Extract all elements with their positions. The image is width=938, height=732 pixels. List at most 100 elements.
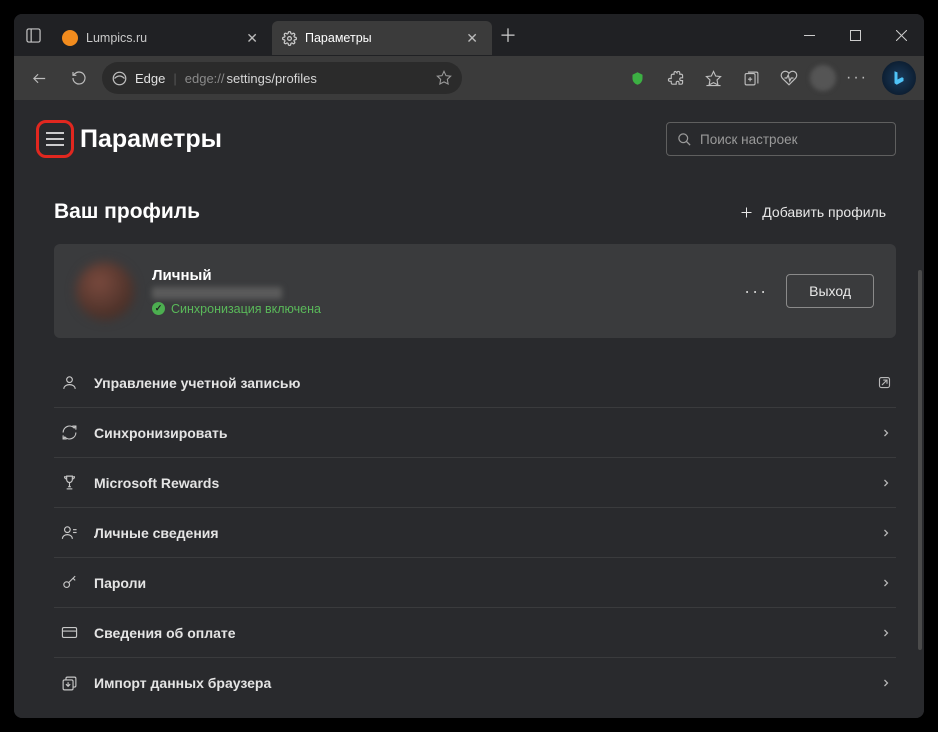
tab-settings[interactable]: Параметры ✕ (272, 21, 492, 55)
item-rewards[interactable]: Microsoft Rewards (54, 458, 896, 508)
import-icon (58, 675, 80, 692)
sync-label: Синхронизация включена (171, 302, 321, 316)
item-label: Управление учетной записью (94, 375, 300, 391)
close-tab-button[interactable]: ✕ (242, 28, 262, 49)
item-label: Импорт данных браузера (94, 675, 271, 691)
bing-icon (890, 69, 908, 87)
item-label: Личные сведения (94, 525, 219, 541)
chevron-right-icon (880, 527, 892, 539)
profile-section: Ваш профиль Добавить профиль Личный ✓ Си… (36, 180, 896, 708)
tab-label: Lumpics.ru (86, 31, 147, 45)
new-tab-button[interactable]: ＋ (492, 22, 524, 48)
item-label: Сведения об оплате (94, 625, 236, 641)
profile-card: Личный ✓ Синхронизация включена ··· Выхо… (54, 244, 896, 338)
toolbar: Edge | edge://settings/profiles ··· (14, 56, 924, 100)
shield-icon (630, 70, 645, 87)
settings-list: Управление учетной записью Синхронизиров… (54, 358, 896, 708)
external-icon (877, 375, 892, 390)
minimize-button[interactable] (786, 14, 832, 56)
person-icon (58, 524, 80, 541)
section-title: Ваш профиль (54, 200, 200, 224)
close-window-button[interactable] (878, 14, 924, 56)
tab-label: Параметры (305, 31, 372, 45)
settings-menu-button[interactable] (46, 132, 64, 146)
close-tab-button[interactable]: ✕ (462, 28, 482, 49)
refresh-icon (71, 70, 87, 86)
item-label: Microsoft Rewards (94, 475, 219, 491)
item-label: Синхронизировать (94, 425, 227, 441)
chevron-right-icon (880, 477, 892, 489)
collections-icon (743, 70, 760, 87)
tab-actions-icon (26, 28, 41, 43)
bing-button[interactable] (882, 61, 916, 95)
lumpics-favicon (62, 30, 78, 46)
performance-button[interactable] (772, 61, 806, 95)
plus-icon (739, 205, 754, 220)
search-icon (677, 132, 692, 147)
chevron-right-icon (880, 627, 892, 639)
sync-icon (58, 424, 80, 441)
favorites-button[interactable] (696, 61, 730, 95)
hamburger-icon (46, 132, 64, 146)
maximize-button[interactable] (832, 14, 878, 56)
scrollbar-thumb[interactable] (918, 270, 922, 650)
gear-icon (282, 31, 297, 46)
item-label: Пароли (94, 575, 146, 591)
profile-actions: ··· Выход (740, 274, 874, 308)
search-placeholder: Поиск настроек (700, 132, 798, 147)
profile-name: Личный (152, 267, 321, 284)
address-bar[interactable]: Edge | edge://settings/profiles (102, 62, 462, 94)
browser-window: Lumpics.ru ✕ Параметры ✕ ＋ Edge | e (14, 14, 924, 718)
hamburger-highlight (36, 120, 74, 158)
profile-more-button[interactable]: ··· (740, 277, 772, 306)
profile-avatar-button[interactable] (810, 65, 836, 91)
profile-email-redacted (152, 287, 282, 299)
settings-page: Параметры Поиск настроек Ваш профиль Доб… (14, 100, 924, 718)
profile-info: Личный ✓ Синхронизация включена (152, 267, 321, 316)
add-profile-label: Добавить профиль (762, 204, 886, 220)
brand-label: Edge (135, 71, 165, 86)
favorite-button[interactable] (436, 70, 452, 86)
back-button[interactable] (22, 61, 56, 95)
item-passwords[interactable]: Пароли (54, 558, 896, 608)
extensions-button[interactable] (658, 61, 692, 95)
logout-button[interactable]: Выход (786, 274, 874, 308)
url-scheme: edge:// (185, 71, 225, 86)
menu-button[interactable]: ··· (840, 61, 874, 95)
refresh-button[interactable] (62, 61, 96, 95)
check-icon: ✓ (152, 302, 165, 315)
section-header: Ваш профиль Добавить профиль (54, 198, 896, 226)
heartbeat-icon (780, 69, 798, 87)
chevron-right-icon (880, 677, 892, 689)
titlebar: Lumpics.ru ✕ Параметры ✕ ＋ (14, 14, 924, 56)
window-controls (786, 14, 924, 56)
settings-search-input[interactable]: Поиск настроек (666, 122, 896, 156)
tracking-button[interactable] (620, 61, 654, 95)
collections-button[interactable] (734, 61, 768, 95)
chevron-right-icon (880, 427, 892, 439)
item-account-management[interactable]: Управление учетной записью (54, 358, 896, 408)
page-header: Параметры Поиск настроек (36, 120, 896, 158)
card-icon (58, 624, 80, 641)
favorites-icon (705, 70, 722, 87)
more-icon: ··· (846, 69, 868, 87)
key-icon (58, 574, 80, 591)
tab-actions-button[interactable] (14, 28, 52, 43)
page-content: Параметры Поиск настроек Ваш профиль Доб… (14, 100, 924, 718)
item-payment[interactable]: Сведения об оплате (54, 608, 896, 658)
url-path: settings/profiles (227, 71, 317, 86)
add-profile-button[interactable]: Добавить профиль (729, 198, 896, 226)
profile-avatar (76, 262, 134, 320)
item-sync[interactable]: Синхронизировать (54, 408, 896, 458)
item-import[interactable]: Импорт данных браузера (54, 658, 896, 708)
user-icon (58, 374, 80, 391)
arrow-left-icon (31, 70, 48, 87)
item-personal-info[interactable]: Личные сведения (54, 508, 896, 558)
chevron-right-icon (880, 577, 892, 589)
star-icon (436, 70, 452, 86)
sync-status: ✓ Синхронизация включена (152, 302, 321, 316)
page-title: Параметры (80, 125, 222, 154)
trophy-icon (58, 474, 80, 491)
tab-lumpics[interactable]: Lumpics.ru ✕ (52, 21, 272, 55)
puzzle-icon (667, 70, 684, 87)
